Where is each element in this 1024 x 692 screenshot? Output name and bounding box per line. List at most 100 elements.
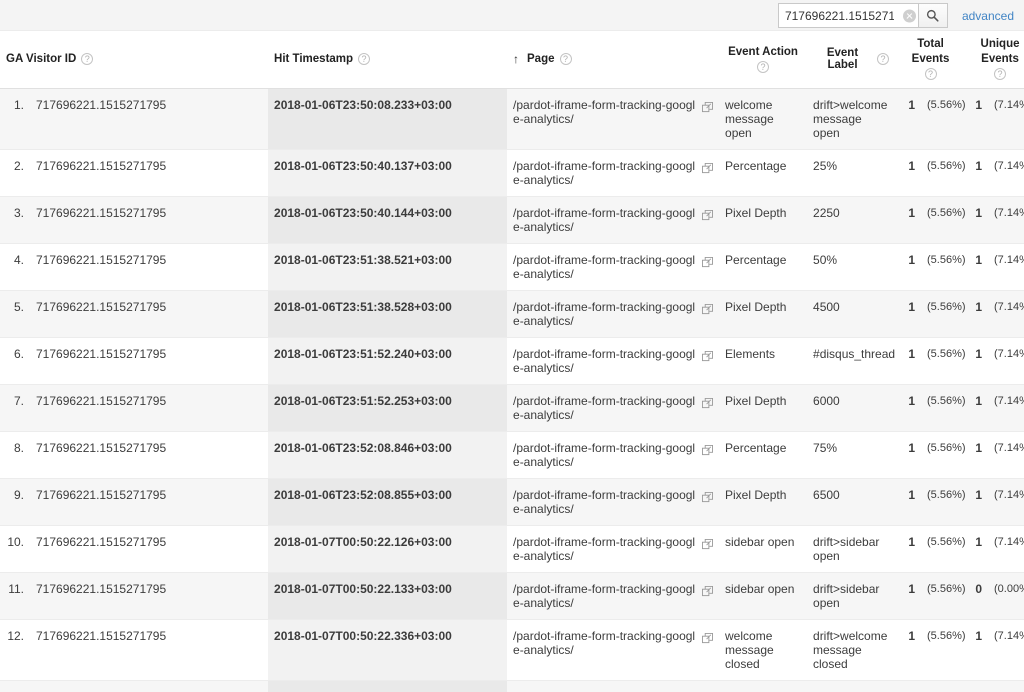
- row-index: 13.: [0, 680, 30, 692]
- search-field-wrapper: [777, 3, 948, 28]
- page-url-link[interactable]: /pardot-iframe-form-tracking-google-anal…: [513, 98, 698, 126]
- page-url-link[interactable]: /pardot-iframe-form-tracking-google-anal…: [513, 159, 698, 187]
- page-url-link[interactable]: /pardot-iframe-form-tracking-google-anal…: [513, 394, 698, 422]
- column-header-unique-events[interactable]: Unique Events ?: [966, 31, 1024, 89]
- open-in-new-window-icon[interactable]: [702, 444, 714, 456]
- cell-event-label: 25%: [807, 149, 896, 197]
- cell-event-action: Pixel Depth: [719, 384, 808, 432]
- cell-event-action: Elements: [719, 337, 808, 385]
- cell-event-label: 2250: [807, 196, 896, 244]
- open-in-new-window-icon[interactable]: [702, 491, 714, 503]
- cell-event-action: welcome message open: [719, 88, 808, 150]
- cell-unique-events-percent: (7.14%): [988, 431, 1024, 479]
- open-in-new-window-icon[interactable]: [702, 397, 714, 409]
- cell-unique-events: 1: [966, 243, 989, 291]
- cell-page: /pardot-iframe-form-tracking-google-anal…: [507, 525, 720, 573]
- table-row: 4. 717696221.1515271795 2018-01-06T23:51:3…: [0, 243, 1024, 291]
- cell-event-label: 6500: [807, 478, 896, 526]
- page-url-link[interactable]: /pardot-iframe-form-tracking-google-anal…: [513, 582, 698, 610]
- table-row: 8. 717696221.1515271795 2018-01-06T23:52:0…: [0, 431, 1024, 479]
- clear-search-icon[interactable]: [902, 9, 916, 22]
- cell-event-label: drift>welcome message open: [807, 88, 896, 150]
- page-url-link[interactable]: /pardot-iframe-form-tracking-google-anal…: [513, 441, 698, 469]
- cell-ga-visitor-id: 717696221.1515271795: [30, 431, 269, 479]
- open-in-new-window-icon[interactable]: [702, 632, 714, 644]
- page-url-link[interactable]: /pardot-iframe-form-tracking-google-anal…: [513, 300, 698, 328]
- cell-event-action: sidebar open: [719, 525, 808, 573]
- help-icon[interactable]: ?: [994, 68, 1007, 81]
- help-icon[interactable]: ?: [81, 53, 94, 66]
- cell-event-action: sidebar open: [719, 572, 808, 620]
- cell-page: /pardot-iframe-form-tracking-google-anal…: [507, 88, 720, 150]
- column-header-ga-visitor-id[interactable]: GA Visitor ID ?: [0, 31, 269, 89]
- open-in-new-window-icon[interactable]: [702, 585, 714, 597]
- page-url-link[interactable]: /pardot-iframe-form-tracking-google-anal…: [513, 206, 698, 234]
- cell-unique-events-percent: (7.14%): [988, 243, 1024, 291]
- help-icon[interactable]: ?: [559, 53, 572, 66]
- cell-event-action: Pixel Depth: [719, 478, 808, 526]
- open-in-new-window-icon[interactable]: [702, 162, 714, 174]
- table-row: 12. 717696221.1515271795 2018-01-07T00:50:…: [0, 619, 1024, 681]
- cell-unique-events-percent: (7.14%): [988, 680, 1024, 692]
- column-header-hit-timestamp[interactable]: Hit Timestamp ?: [268, 31, 508, 89]
- column-header-total-events[interactable]: Total Events ?: [895, 31, 967, 89]
- cell-unique-events: 1: [966, 337, 989, 385]
- open-in-new-window-icon[interactable]: [702, 256, 714, 268]
- help-icon[interactable]: ?: [358, 53, 371, 66]
- cell-unique-events: 1: [966, 680, 989, 692]
- page-url-link[interactable]: /pardot-iframe-form-tracking-google-anal…: [513, 253, 698, 281]
- cell-ga-visitor-id: 717696221.1515271795: [30, 196, 269, 244]
- help-icon[interactable]: ?: [877, 53, 890, 66]
- cell-ga-visitor-id: 717696221.1515271795: [30, 149, 269, 197]
- search-cluster: advanced: [777, 3, 1014, 28]
- cell-unique-events-percent: (7.14%): [988, 337, 1024, 385]
- cell-total-events: 1: [895, 243, 922, 291]
- row-index: 1.: [0, 88, 30, 150]
- cell-unique-events: 1: [966, 478, 989, 526]
- cell-total-events: 1: [895, 525, 922, 573]
- cell-hit-timestamp: 2018-01-06T23:52:08.846+03:00: [268, 431, 508, 479]
- table-row: 7. 717696221.1515271795 2018-01-06T23:51:5…: [0, 384, 1024, 432]
- cell-unique-events-percent: (0.00%): [988, 572, 1024, 620]
- cell-unique-events: 1: [966, 88, 989, 150]
- help-icon[interactable]: ?: [757, 60, 769, 73]
- cell-hit-timestamp: 2018-01-07T00:50:23.359+03:00: [268, 680, 508, 692]
- cell-ga-visitor-id: 717696221.1515271795: [30, 619, 269, 681]
- cell-total-events: 1: [895, 478, 922, 526]
- column-header-page[interactable]: ↑ Page ?: [507, 31, 720, 89]
- cell-total-events-percent: (5.56%): [921, 196, 967, 244]
- table-row: 5. 717696221.1515271795 2018-01-06T23:51:3…: [0, 290, 1024, 338]
- help-icon[interactable]: ?: [924, 68, 937, 81]
- page-url-link[interactable]: /pardot-iframe-form-tracking-google-anal…: [513, 488, 698, 516]
- open-in-new-window-icon[interactable]: [702, 101, 714, 113]
- sort-ascending-icon[interactable]: ↑: [513, 52, 519, 66]
- cell-hit-timestamp: 2018-01-07T00:50:22.126+03:00: [268, 525, 508, 573]
- open-in-new-window-icon[interactable]: [702, 538, 714, 550]
- cell-total-events: 1: [895, 680, 922, 692]
- open-in-new-window-icon[interactable]: [702, 209, 714, 221]
- page-url-link[interactable]: /pardot-iframe-form-tracking-google-anal…: [513, 535, 698, 563]
- table-row: 10. 717696221.1515271795 2018-01-07T00:50:…: [0, 525, 1024, 573]
- open-in-new-window-icon[interactable]: [702, 303, 714, 315]
- table-row: 9. 717696221.1515271795 2018-01-06T23:52:0…: [0, 478, 1024, 526]
- cell-total-events: 1: [895, 431, 922, 479]
- row-index: 2.: [0, 149, 30, 197]
- cell-ga-visitor-id: 717696221.1515271795: [30, 572, 269, 620]
- column-header-label-line1: Total: [917, 38, 944, 51]
- open-in-new-window-icon[interactable]: [702, 350, 714, 362]
- cell-total-events: 1: [895, 572, 922, 620]
- column-header-event-label[interactable]: Event Label ?: [807, 31, 896, 89]
- search-input[interactable]: [777, 3, 918, 28]
- column-header-label: Hit Timestamp: [274, 53, 354, 66]
- cell-ga-visitor-id: 717696221.1515271795: [30, 290, 269, 338]
- page-url-link[interactable]: /pardot-iframe-form-tracking-google-anal…: [513, 629, 698, 657]
- cell-total-events: 1: [895, 619, 922, 681]
- events-report-table: GA Visitor ID ? Hit Timestamp ? ↑ Page ?: [0, 31, 1024, 692]
- cell-hit-timestamp: 2018-01-07T00:50:22.133+03:00: [268, 572, 508, 620]
- advanced-search-link[interactable]: advanced: [962, 9, 1014, 23]
- search-button[interactable]: [917, 3, 948, 28]
- row-index: 4.: [0, 243, 30, 291]
- cell-ga-visitor-id: 717696221.1515271795: [30, 680, 269, 692]
- column-header-event-action[interactable]: Event Action ?: [719, 31, 808, 89]
- page-url-link[interactable]: /pardot-iframe-form-tracking-google-anal…: [513, 347, 698, 375]
